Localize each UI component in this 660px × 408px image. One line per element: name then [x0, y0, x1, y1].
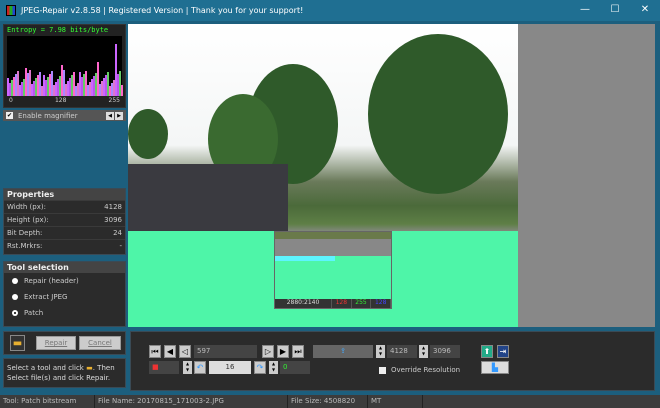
radio-icon[interactable] [12, 278, 18, 284]
property-row: Width (px): 4128 [4, 200, 125, 213]
close-button[interactable]: ✕ [630, 0, 660, 21]
right-value-field[interactable]: 0 [280, 361, 310, 374]
tool-selection-panel: Tool selection Repair (header) Extract J… [3, 261, 126, 327]
first-button[interactable]: ⏮ [149, 345, 161, 358]
axis-tick: 255 [108, 97, 120, 104]
prev-button[interactable]: ◀ [164, 345, 176, 358]
radio-extract-jpeg[interactable]: Extract JPEG [4, 289, 125, 305]
tool-selection-title: Tool selection [4, 262, 125, 273]
property-label: Height (px): [7, 216, 49, 224]
image-viewer[interactable]: 2880:2140 128 255 128 [128, 24, 655, 327]
radio-patch[interactable]: Patch [4, 305, 125, 321]
width-field[interactable]: 4128 [387, 345, 417, 358]
apply-button[interactable]: ⇪ [313, 345, 373, 358]
folder-icon: ▬ [12, 338, 23, 349]
axis-tick: 0 [9, 97, 13, 104]
left-spinner[interactable]: ▲ ▼ [183, 361, 192, 374]
histogram-bar [121, 85, 123, 96]
action-panel: ▬ Repair Cancel [3, 331, 126, 355]
override-resolution-toggle[interactable]: Override Resolution [379, 366, 460, 374]
magnifier-readout: 2880:2140 128 255 128 [275, 299, 392, 308]
override-label: Override Resolution [391, 366, 461, 374]
magnifier-label: Enable magnifier [18, 111, 78, 120]
window-title: JPEG-Repair v2.8.58 | Registered Version… [21, 6, 304, 15]
save-icon[interactable]: ▙ [481, 361, 509, 374]
property-value: 4128 [104, 203, 122, 211]
status-mode: MT [368, 395, 423, 408]
rotate-right-icon[interactable]: ↷ [254, 361, 266, 374]
property-label: Width (px): [7, 203, 46, 211]
last-button[interactable]: ⏭ [292, 345, 304, 358]
override-checkbox[interactable] [379, 366, 386, 374]
step-slider[interactable]: 16 [209, 361, 251, 374]
app-icon [6, 5, 16, 16]
axis-tick: 128 [54, 97, 67, 104]
arrow-right-icon[interactable]: ▶ [115, 111, 123, 120]
title-bar: JPEG-Repair v2.8.58 | Registered Version… [0, 0, 660, 21]
property-label: Bit Depth: [7, 229, 43, 237]
status-file-size: File Size: 4508820 [288, 395, 368, 408]
entropy-histogram [7, 36, 123, 96]
entropy-label: Entropy = 7.98 bits/byte [7, 26, 109, 34]
property-row: Rst.Mrkrs: - [4, 239, 125, 252]
open-folder-button[interactable]: ▬ [10, 335, 25, 351]
status-file-name: File Name: 20170815_171003-2.JPG [95, 395, 288, 408]
radio-label: Repair (header) [24, 277, 79, 285]
property-value: 3096 [104, 216, 122, 224]
photo-preview: 2880:2140 128 255 128 [128, 24, 518, 327]
radio-icon[interactable] [12, 310, 18, 316]
property-value: - [119, 242, 122, 250]
magnifier-toggle[interactable]: ✔ Enable magnifier ◀ ▶ [3, 110, 126, 121]
rotate-left-icon[interactable]: ↶ [194, 361, 206, 374]
left-panel: Entropy = 7.98 bits/byte 0 128 255 ✔ Ena… [3, 24, 126, 390]
property-label: Rst.Mrkrs: [7, 242, 43, 250]
height-spinner[interactable]: ▲ ▼ [419, 345, 428, 358]
magnifier-red: 128 [332, 299, 352, 308]
magnifier-checkbox[interactable]: ✔ [6, 112, 13, 119]
hint-text: Select file(s) and click Repair. [7, 374, 111, 382]
next-button[interactable]: ▶ [277, 345, 289, 358]
export-icon[interactable]: ⇥ [497, 345, 509, 358]
entropy-panel: Entropy = 7.98 bits/byte 0 128 255 [3, 24, 126, 108]
radio-icon[interactable] [12, 294, 18, 300]
properties-panel: Properties Width (px): 4128 Height (px): 3… [3, 188, 126, 255]
width-spinner[interactable]: ▲ ▼ [376, 345, 385, 358]
hint-panel: Select a tool and click ▬. Then Select f… [3, 358, 126, 388]
property-value: 24 [113, 229, 122, 237]
property-row: Height (px): 3096 [4, 213, 125, 226]
offset-field[interactable]: 597 [194, 345, 257, 358]
hint-text: Select a tool and click [7, 364, 84, 372]
cancel-button[interactable]: Cancel [79, 336, 121, 350]
radio-repair-header[interactable]: Repair (header) [4, 273, 125, 289]
folder-icon: ▬ [86, 364, 93, 372]
radio-label: Patch [24, 309, 44, 317]
status-bar: Tool: Patch bitstream File Name: 2017081… [0, 395, 660, 408]
magnifier-view: 2880:2140 128 255 128 [274, 231, 392, 309]
status-extra [423, 395, 660, 408]
magnifier-green: 255 [352, 299, 372, 308]
property-row: Bit Depth: 24 [4, 226, 125, 239]
minimize-button[interactable]: — [570, 0, 600, 21]
radio-label: Extract JPEG [24, 293, 68, 301]
properties-title: Properties [4, 189, 125, 200]
maximize-button[interactable]: ☐ [600, 0, 630, 21]
repair-button[interactable]: Repair [36, 336, 76, 350]
hint-text: . Then [92, 364, 115, 372]
right-spinner[interactable]: ▲ ▼ [269, 361, 278, 374]
arrow-left-icon[interactable]: ◀ [106, 111, 114, 120]
navigation-panel: ⏮ ◀ ◁ 597 ▷ ▶ ⏭ ⇪ ▲ ▼ 4128 ▲ ▼ 3096 ■ ▲ ▼ ↶… [130, 331, 655, 391]
step-back-button[interactable]: ◁ [179, 345, 191, 358]
height-field[interactable]: 3096 [430, 345, 460, 358]
import-icon[interactable]: ⬆ [481, 345, 493, 358]
step-forward-button[interactable]: ▷ [262, 345, 274, 358]
status-tool: Tool: Patch bitstream [0, 395, 95, 408]
magnifier-coords: 2880:2140 [275, 299, 332, 308]
left-value-field[interactable]: ■ [149, 361, 179, 374]
magnifier-blue: 128 [371, 299, 392, 308]
